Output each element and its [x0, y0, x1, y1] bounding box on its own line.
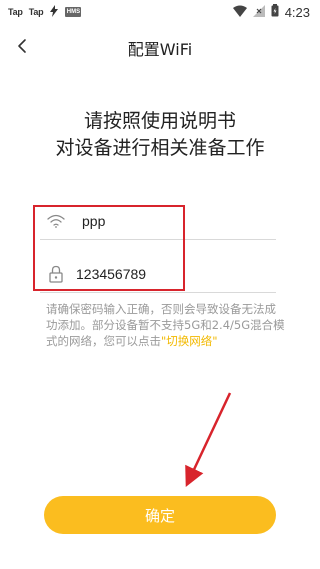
taptap-icon-2: Tap — [28, 7, 44, 17]
status-bar: Tap Tap HMS 4:23 — [0, 0, 320, 24]
confirm-button[interactable]: 确定 — [44, 496, 276, 534]
app-notification-icon — [49, 5, 59, 19]
switch-network-link[interactable]: "切换网络" — [161, 334, 218, 348]
mini-badge-icon: HMS — [65, 7, 82, 17]
wifi-status-icon — [232, 5, 247, 20]
clock-time: 4:23 — [284, 4, 310, 20]
hint-text: 请确保密码输入正确，否则会导致设备无法成功添加。部分设备暂不支持5G和2.4/5… — [46, 301, 286, 349]
signal-icon — [252, 4, 265, 20]
status-right: 4:23 — [232, 4, 310, 20]
taptap-icon-1: Tap — [8, 7, 23, 17]
annotation-highlight-box — [33, 205, 185, 291]
instruction-line-1: 请按照使用说明书 — [83, 110, 236, 132]
page-title: 配置WiFi — [127, 40, 193, 59]
instruction-line-2: 对设备进行相关准备工作 — [55, 137, 265, 159]
battery-icon — [271, 4, 279, 20]
instruction-heading: 请按照使用说明书 对设备进行相关准备工作 — [0, 108, 320, 162]
top-navigation-bar: 配置WiFi — [0, 30, 320, 66]
status-left: Tap Tap HMS — [8, 5, 82, 19]
